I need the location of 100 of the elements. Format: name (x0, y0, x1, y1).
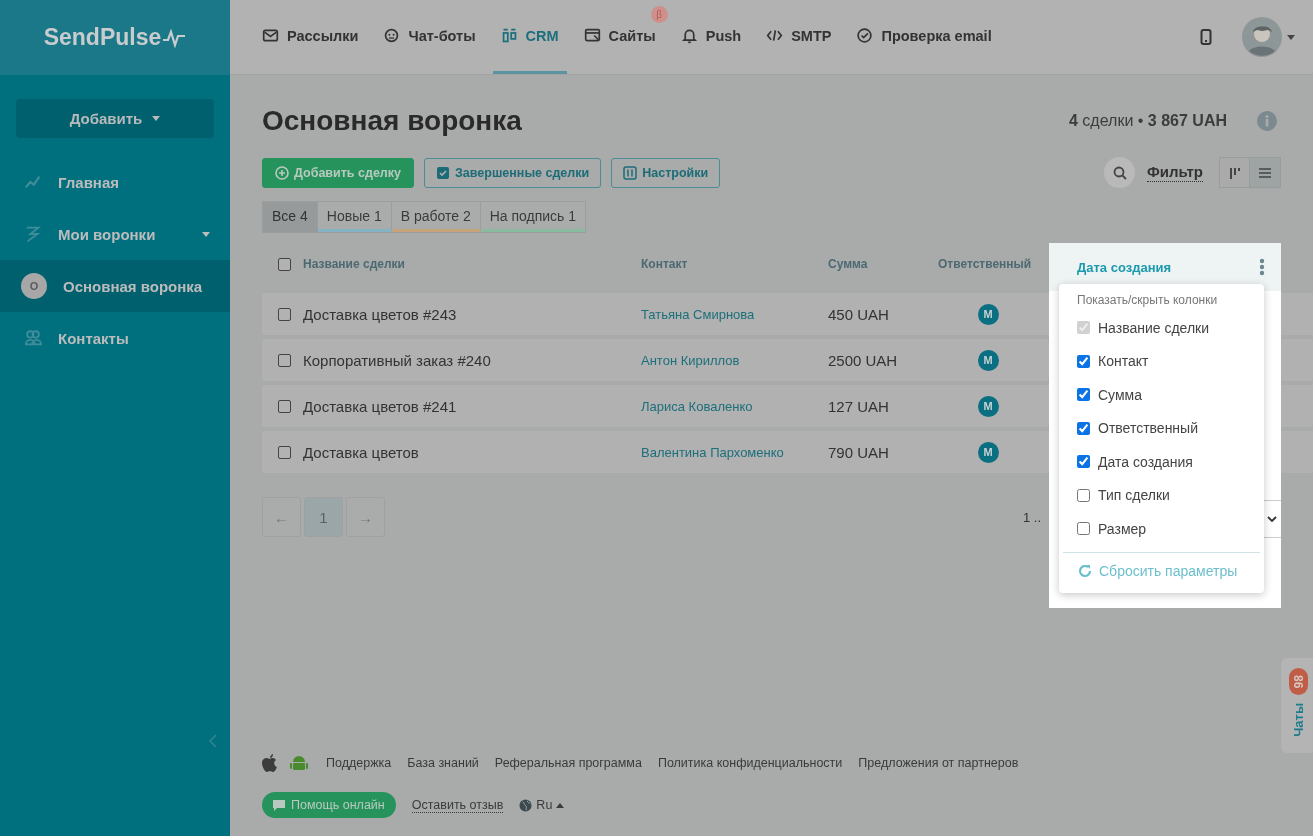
action-button[interactable]: Добавить сделку (262, 157, 414, 188)
caret-icon (1287, 34, 1295, 40)
avatar-icon: М (977, 349, 999, 371)
column-header[interactable]: Дата создания (1077, 259, 1172, 275)
table-cell-text: Доставка цветов #243 (303, 305, 458, 323)
checkbox[interactable] (278, 307, 291, 321)
page-info: 1 .. (1022, 509, 1041, 525)
chevron-icon (1267, 516, 1277, 522)
list-icon (1258, 165, 1272, 180)
people-icon (24, 329, 42, 347)
option-label: Название сделки (1098, 319, 1210, 336)
table-cell-text: 450 UAH (828, 305, 890, 323)
next-button[interactable]: → (346, 497, 385, 537)
footer-link[interactable]: База знаний (407, 756, 479, 770)
browser-icon (583, 27, 601, 44)
table-cell-text: 2500 UAH (828, 351, 899, 369)
view-toggle[interactable] (1219, 157, 1250, 188)
sidebar-item[interactable]: Мои воронки (0, 208, 230, 260)
nav-tab[interactable]: Чат-боты (375, 0, 484, 74)
contact-link[interactable]: Татьяна Смирнова (641, 306, 828, 322)
contact-link[interactable]: Антон Кириллов (641, 352, 828, 368)
globe-icon (519, 798, 533, 812)
contact-link[interactable]: Лариса Коваленко (641, 398, 828, 414)
column-header[interactable]: Ответственный (938, 257, 1038, 271)
checkbox[interactable] (278, 445, 291, 459)
filter-button[interactable]: Фильтр (1147, 163, 1203, 182)
stage-tab[interactable]: В работе 2 (391, 202, 481, 232)
chat-bubble-icon (383, 27, 401, 44)
checkbox[interactable] (1077, 388, 1090, 402)
add-button[interactable]: Добавить (16, 99, 214, 138)
page-title: Основная воронка (262, 105, 522, 137)
checkbox[interactable] (1077, 455, 1090, 469)
column-header[interactable]: Сумма (828, 257, 938, 271)
phone-icon[interactable] (1200, 29, 1212, 45)
nav-tab[interactable]: SMTP (758, 0, 840, 74)
nav-tab[interactable]: Push (672, 0, 750, 74)
caret-icon (556, 802, 565, 808)
feedback-link[interactable]: Оставить отзыв (411, 797, 504, 813)
stage-tab[interactable]: Новые 1 (317, 202, 392, 232)
check-circle-icon (856, 27, 874, 44)
page-button[interactable]: 1 (304, 497, 343, 537)
option-label: Дата создания (1098, 453, 1193, 470)
action-button[interactable]: Завершенные сделки (424, 157, 602, 188)
avatar-icon: М (977, 395, 999, 417)
count-badge: 86 (1288, 668, 1308, 695)
avatar-icon: М (977, 441, 999, 463)
avatar-icon: О (21, 273, 47, 299)
table-cell-text: 127 UAH (828, 397, 890, 415)
checkbox[interactable] (278, 399, 291, 413)
table-cell-text: Доставка цветов #241 (303, 397, 458, 415)
footer-link[interactable]: Предложения от партнеров (858, 756, 1019, 770)
table-cell-text: 790 UAH (828, 443, 890, 461)
code-icon (766, 27, 784, 44)
checkbox[interactable] (1077, 488, 1090, 502)
checkbox[interactable] (278, 257, 291, 271)
nav-tab[interactable]: Рассылки (254, 0, 367, 74)
action-button[interactable]: Настройки (611, 157, 721, 188)
refresh-icon (1078, 563, 1092, 578)
footer-link[interactable]: Поддержка (326, 756, 392, 770)
kanban-icon (1227, 165, 1242, 180)
caret-icon (152, 116, 161, 121)
table-cell-text: Корпоративный заказ #240 (303, 351, 492, 369)
apple-icon (262, 754, 278, 772)
reset-button[interactable]: Сбросить параметры (1059, 558, 1257, 583)
option-label: Контакт (1098, 353, 1149, 370)
chat-bubble-icon (273, 799, 285, 811)
previous-button[interactable]: ← (262, 497, 301, 537)
search-button[interactable] (1104, 157, 1136, 188)
help-button[interactable]: Помощь онлайн (262, 792, 396, 818)
contact-link[interactable]: Валентина Пархоменко (641, 444, 828, 460)
deals-summary: 4 сделки • 3 867 UAH (1069, 112, 1227, 130)
avatar-icon[interactable] (1242, 17, 1282, 57)
checkbox[interactable] (1077, 522, 1090, 536)
footer-link[interactable]: Реферальная программа (494, 756, 642, 770)
avatar-icon: М (977, 303, 999, 325)
checkbox[interactable] (278, 353, 291, 367)
language-button[interactable]: Ru (519, 798, 565, 812)
option-label: Тип сделки (1098, 487, 1170, 504)
nav-tab[interactable]: CRM (492, 0, 567, 74)
caret-icon[interactable] (202, 231, 210, 237)
footer-link[interactable]: Политика конфиденциальности (657, 756, 843, 770)
checkbox[interactable] (1077, 354, 1090, 368)
checkbox-icon (436, 165, 450, 180)
nav-tab[interactable]: Проверка email (848, 0, 1000, 74)
checkbox[interactable] (1077, 421, 1090, 435)
sidebar-item[interactable]: Главная (0, 156, 230, 208)
stage-tab[interactable]: Все 4 (263, 202, 318, 232)
more-icon[interactable] (1259, 258, 1265, 276)
table-cell-text: Доставка цветов (303, 443, 420, 461)
sidebar-item[interactable]: О Основная воронка (0, 260, 230, 312)
menu-title: Показать/скрыть колонки (1076, 293, 1219, 309)
option-label: Размер (1098, 520, 1147, 537)
plus-circle-icon (275, 165, 289, 180)
column-header[interactable]: Контакт (641, 257, 828, 271)
view-toggle[interactable] (1250, 157, 1281, 188)
search-icon (1112, 165, 1127, 180)
columns-icon (500, 27, 518, 44)
column-header[interactable]: Название сделки (303, 257, 641, 271)
chat-tab[interactable]: 86 Чаты (1281, 658, 1313, 753)
sidebar-item[interactable]: Контакты (0, 312, 230, 364)
